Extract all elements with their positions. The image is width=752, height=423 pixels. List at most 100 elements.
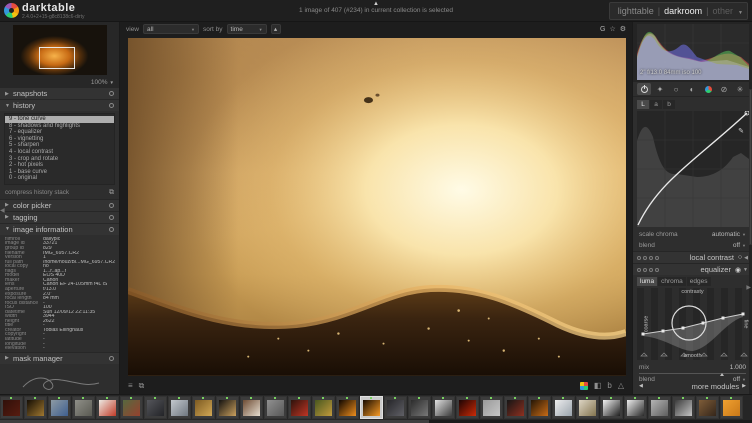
reset-icon[interactable]: [109, 356, 114, 361]
darkroom-canvas[interactable]: [120, 36, 632, 378]
reset-icon[interactable]: [109, 103, 114, 108]
history-item[interactable]: 5 - sharpen: [5, 142, 114, 149]
filmstrip-thumbnail[interactable]: [192, 396, 215, 419]
favorites-group-button[interactable]: ✦: [653, 83, 667, 95]
filmstrip-thumbnail[interactable]: [120, 396, 143, 419]
tonecurve-graph[interactable]: [637, 111, 748, 227]
equalizer-tab[interactable]: chroma: [658, 277, 686, 286]
view-switcher[interactable]: lighttable | darkroom | other ▼: [609, 2, 748, 20]
filmstrip-thumbnail[interactable]: [384, 396, 407, 419]
module-header-local-contrast[interactable]: local contrast ○ ◀: [633, 251, 752, 263]
filmstrip-toggle-icon[interactable]: ≡: [128, 381, 133, 391]
scale-chroma-combobox[interactable]: scale chroma automatic ▼: [633, 229, 752, 240]
softproof-colors-icon[interactable]: [580, 382, 588, 390]
equalizer-graph[interactable]: contrasty smooth coarse fine: [637, 288, 748, 360]
create-style-icon[interactable]: ⧉: [109, 189, 114, 196]
reset-icon[interactable]: [109, 215, 114, 220]
history-item[interactable]: 4 - local contrast: [5, 149, 114, 156]
edit-curve-icon[interactable]: ✎: [738, 127, 744, 135]
filmstrip-thumbnail[interactable]: [672, 396, 695, 419]
reset-icon[interactable]: [649, 256, 653, 260]
filmstrip-thumbnail[interactable]: [576, 396, 599, 419]
reset-icon[interactable]: [109, 91, 114, 96]
history-item[interactable]: 7 - equalizer: [5, 129, 114, 136]
section-snapshots[interactable]: ▶ snapshots: [0, 87, 119, 99]
more-modules-bar[interactable]: ◀ more modules ▶: [633, 380, 752, 392]
filmstrip-thumbnail[interactable]: [600, 396, 623, 419]
filmstrip-thumbnail[interactable]: [48, 396, 71, 419]
sort-direction-button[interactable]: ▴: [271, 24, 281, 34]
history-item[interactable]: 1 - base curve: [5, 169, 114, 176]
grouping-toggle-icon[interactable]: G: [600, 26, 605, 33]
filmstrip-thumbnail[interactable]: [432, 396, 455, 419]
filmstrip-thumbnail[interactable]: [360, 396, 383, 419]
filmstrip-thumbnail[interactable]: [408, 396, 431, 419]
tonecurve-tab[interactable]: a: [650, 100, 662, 109]
section-color-picker[interactable]: ▶ color picker: [0, 199, 119, 211]
filmstrip-thumbnail[interactable]: [240, 396, 263, 419]
filmstrip-thumbnail[interactable]: [720, 396, 743, 419]
show-active-modules-button[interactable]: [637, 83, 651, 95]
reset-icon[interactable]: [109, 227, 114, 232]
section-history[interactable]: ▼ history: [0, 99, 119, 111]
tonecurve-blend-combobox[interactable]: blend off ▼: [633, 240, 752, 251]
tone-group-button[interactable]: ◐: [685, 83, 699, 95]
view-filter-dropdown[interactable]: all ▼: [143, 24, 199, 34]
history-item[interactable]: 8 - shadows and highlights: [5, 123, 114, 130]
filmstrip-thumbnail[interactable]: [312, 396, 335, 419]
reset-icon[interactable]: [649, 268, 653, 272]
history-item[interactable]: 3 - crop and rotate: [5, 156, 114, 163]
basic-group-button[interactable]: ○: [669, 83, 683, 95]
filmstrip-thumbnail[interactable]: [72, 396, 95, 419]
overexposed-warning-icon[interactable]: △: [618, 381, 624, 391]
filmstrip-thumbnail[interactable]: [168, 396, 191, 419]
view-other[interactable]: other: [712, 6, 733, 16]
module-power-icon[interactable]: [637, 256, 641, 260]
filmstrip-thumbnail[interactable]: [336, 396, 359, 419]
filmstrip-thumbnail[interactable]: [96, 396, 119, 419]
history-item[interactable]: 0 - original: [5, 175, 114, 182]
reset-icon[interactable]: [109, 203, 114, 208]
view-darkroom[interactable]: darkroom: [664, 6, 702, 16]
history-item[interactable]: 2 - hot pixels: [5, 162, 114, 169]
equalizer-tab[interactable]: edges: [687, 277, 711, 286]
navigation-preview[interactable]: [0, 22, 119, 78]
filmstrip-thumbnail[interactable]: [24, 396, 47, 419]
softproof-toggle-icon[interactable]: b: [607, 381, 611, 391]
sort-dropdown[interactable]: time ▼: [227, 24, 267, 34]
left-panel-collapse-icon[interactable]: ◀: [0, 207, 5, 214]
filmstrip-thumbnail[interactable]: [624, 396, 647, 419]
section-mask-manager[interactable]: ▶ mask manager: [0, 352, 119, 364]
presets-icon[interactable]: [655, 268, 659, 272]
right-panel-collapse-icon[interactable]: ▶: [746, 284, 751, 291]
filmstrip-thumbnail[interactable]: [264, 396, 287, 419]
color-group-button[interactable]: [701, 83, 715, 95]
histogram-panel[interactable]: 2" f/13.0 84mm iso 100: [633, 22, 752, 82]
gear-icon[interactable]: ⚙: [620, 25, 626, 33]
presets-icon[interactable]: [655, 256, 659, 260]
chevron-down-icon[interactable]: ▼: [738, 10, 743, 16]
filmstrip-thumbnail[interactable]: [288, 396, 311, 419]
multi-instance-icon[interactable]: [643, 256, 647, 260]
chevron-down-icon[interactable]: ▼: [110, 80, 114, 85]
mix-slider[interactable]: mix 1.000: [639, 362, 746, 374]
filmstrip-thumbnail[interactable]: [216, 396, 239, 419]
section-tagging[interactable]: ▶ tagging: [0, 211, 119, 223]
module-power-icon[interactable]: [637, 268, 641, 272]
zoom-level[interactable]: 100%: [91, 79, 108, 86]
filmstrip-thumbnail[interactable]: [0, 396, 23, 419]
navigation-thumbnail[interactable]: [13, 25, 107, 75]
multi-instance-icon[interactable]: [643, 268, 647, 272]
equalizer-tab[interactable]: luma: [637, 277, 657, 286]
correction-group-button[interactable]: ⊘: [717, 83, 731, 95]
history-item[interactable]: 9 - tone curve: [5, 116, 114, 123]
filmstrip-thumbnail[interactable]: [456, 396, 479, 419]
effect-group-button[interactable]: ✳: [733, 83, 747, 95]
filmstrip-thumbnail[interactable]: [480, 396, 503, 419]
second-window-icon[interactable]: ⧉: [139, 381, 145, 391]
filmstrip-thumbnail[interactable]: [528, 396, 551, 419]
module-header-equalizer[interactable]: equalizer ◉ ▼: [633, 263, 752, 275]
filmstrip-thumbnail[interactable]: [144, 396, 167, 419]
view-lighttable[interactable]: lighttable: [618, 6, 654, 16]
tonecurve-tab[interactable]: L: [637, 100, 649, 109]
